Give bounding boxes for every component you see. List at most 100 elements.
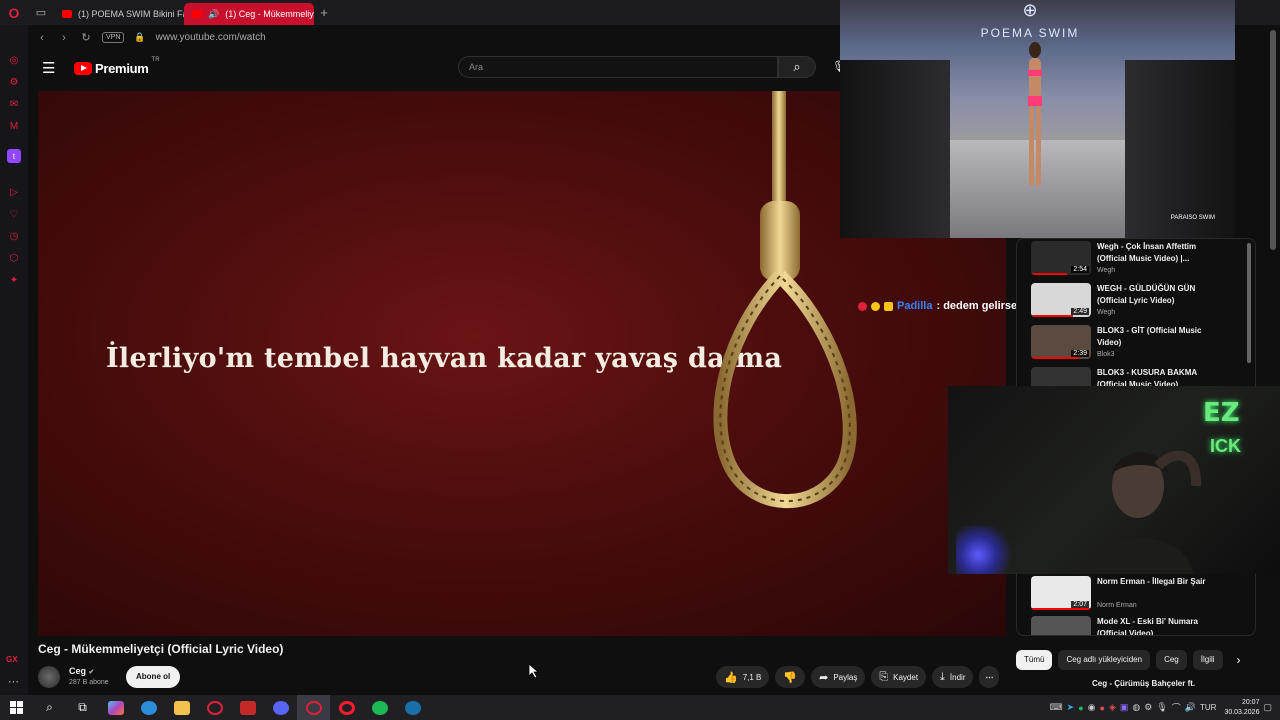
gx-control-icon[interactable]: ⚙ xyxy=(7,75,21,89)
security-icon[interactable]: ● xyxy=(1100,703,1105,713)
tab-label: (1) Ceg - Mükemmeliye xyxy=(225,9,314,19)
volume-icon[interactable]: 🔊 xyxy=(1185,702,1196,713)
player-icon[interactable]: ▷ xyxy=(7,185,21,199)
clock[interactable]: 20:07 30.03.2026 xyxy=(1224,698,1259,718)
history-icon[interactable]: ◷ xyxy=(7,229,21,243)
recommendation-channel[interactable]: Wegh xyxy=(1097,309,1115,316)
steam-icon[interactable] xyxy=(396,695,429,720)
time: 20:07 xyxy=(1241,698,1260,706)
recommendation-channel[interactable]: Wegh xyxy=(1097,267,1115,274)
like-button[interactable]: 👍 7,1 B xyxy=(716,666,770,688)
chip-all[interactable]: Tümü xyxy=(1016,650,1053,670)
recommendation-item[interactable]: 2:54 Wegh - Çok İnsan Affettim (Official … xyxy=(1031,241,1251,281)
date: 30.03.2026 xyxy=(1224,708,1260,716)
tab-ceg[interactable]: 🔊 (1) Ceg - Mükemmeliye xyxy=(184,3,314,25)
steam-tray-icon[interactable]: ◍ xyxy=(1132,702,1140,713)
channel-avatar[interactable] xyxy=(38,666,60,688)
opera-active-icon[interactable] xyxy=(297,695,330,720)
tab-menu-icon[interactable]: ▭ xyxy=(28,0,54,25)
video-thumbnail[interactable]: 2:39 xyxy=(1031,325,1091,359)
search-button[interactable]: ⌕ xyxy=(778,56,816,78)
opera-gx-icon[interactable] xyxy=(198,695,231,720)
reload-icon[interactable]: ↻ xyxy=(80,31,92,44)
thumbs-up-icon: 👍 xyxy=(724,671,738,684)
copilot-icon[interactable] xyxy=(99,695,132,720)
save-button[interactable]: ⎘ Kaydet xyxy=(871,666,927,688)
recommendation-item[interactable]: 2:07 Norm Erman - İllegal Bir Şair Norm Er… xyxy=(1031,576,1251,616)
more-icon[interactable]: ⋯ xyxy=(8,675,19,688)
download-label: İndir xyxy=(949,672,966,682)
messenger-icon[interactable]: ✉ xyxy=(7,97,21,111)
duration-badge: 2:39 xyxy=(1071,350,1089,357)
system-tray: ⌨ ➤ ● ◉ ● ◈ ▣ ◍ ⚙ 🎙 ⌒ 🔊 TUR 20:07 30.03.… xyxy=(1050,695,1272,720)
settings-tray-icon[interactable]: ⚙ xyxy=(1144,702,1152,713)
new-tab-button[interactable]: + xyxy=(314,5,334,20)
language-indicator[interactable]: TUR xyxy=(1200,703,1216,712)
watch-progress-bar xyxy=(1031,357,1079,359)
file-explorer-icon[interactable] xyxy=(165,695,198,720)
recommendation-item[interactable]: Mode XL - Eski Bi' Numara (Official Vide… xyxy=(1031,616,1251,635)
telegram-icon[interactable]: ➤ xyxy=(1067,702,1075,713)
video-thumbnail[interactable] xyxy=(1031,616,1091,635)
task-view-icon[interactable]: ⧉ xyxy=(66,695,99,720)
chip-ceg[interactable]: Ceg xyxy=(1156,650,1187,670)
extensions-icon[interactable]: ⬡ xyxy=(7,251,21,265)
recommendation-title[interactable]: Mode XL - Eski Bi' Numara (Official Vide… xyxy=(1097,616,1217,635)
recommendation-title[interactable]: WEGH - GÜLDÜĞÜN GÜN (Official Lyric Vide… xyxy=(1097,283,1217,307)
recommendation-item[interactable]: 2:49 WEGH - GÜLDÜĞÜN GÜN (Official Lyric … xyxy=(1031,283,1251,323)
page-scrollbar[interactable] xyxy=(1270,30,1276,250)
video-thumbnail[interactable]: 2:54 xyxy=(1031,241,1091,275)
recommendation-item[interactable]: 2:39 BLOK3 - GİT (Official Music Video) Bl… xyxy=(1031,325,1251,365)
search-icon[interactable]: ⌕ xyxy=(33,695,66,720)
recommendation-title[interactable]: Wegh - Çok İnsan Affettim (Official Musi… xyxy=(1097,241,1217,265)
network-app-icon[interactable]: ◈ xyxy=(1109,702,1116,713)
video-thumbnail[interactable]: 2:49 xyxy=(1031,283,1091,317)
tab-poema-swim[interactable]: (1) POEMA SWIM Bikini Fa xyxy=(54,3,184,25)
spotify-icon[interactable] xyxy=(363,695,396,720)
spotify-tray-icon[interactable]: ● xyxy=(1078,703,1083,713)
twitch-icon[interactable]: t xyxy=(7,149,21,163)
edge-icon[interactable] xyxy=(132,695,165,720)
gmail-icon[interactable]: M xyxy=(7,119,21,133)
subscribe-button[interactable]: Abone ol xyxy=(126,666,181,688)
voice-app-icon[interactable] xyxy=(231,695,264,720)
channel-name[interactable]: Ceg ✔ xyxy=(69,666,94,676)
chevron-right-icon[interactable]: › xyxy=(1237,653,1241,667)
hamburger-menu-icon[interactable]: ☰ xyxy=(42,59,64,77)
settings-icon[interactable]: ✦ xyxy=(7,273,21,287)
opera-logo-icon[interactable]: O xyxy=(0,0,28,25)
recommendation-channel[interactable]: Blok3 xyxy=(1097,351,1115,358)
vpn-badge[interactable]: VPN xyxy=(102,32,125,43)
app-tray-icon[interactable]: ▣ xyxy=(1120,702,1129,713)
recommendation-channel[interactable]: Norm Erman xyxy=(1097,602,1137,609)
youtube-logo[interactable]: Premium TR xyxy=(74,57,160,76)
microphone-tray-icon[interactable]: 🎙 xyxy=(1156,702,1167,713)
recommendation-title[interactable]: BLOK3 - GİT (Official Music Video) xyxy=(1097,325,1217,349)
discord-tray-icon[interactable]: ◉ xyxy=(1088,702,1096,713)
chip-uploader[interactable]: Ceg adlı yükleyiciden xyxy=(1058,650,1151,670)
chip-related[interactable]: İlgili xyxy=(1192,650,1223,670)
recommendation-title[interactable]: Norm Erman - İllegal Bir Şair xyxy=(1097,576,1217,588)
bookmark-icon[interactable]: ♡ xyxy=(7,207,21,221)
keyboard-icon[interactable]: ⌨ xyxy=(1050,702,1063,713)
pip-video[interactable]: ⊕ POEMA SWIM PARAISO SWIM xyxy=(840,0,1235,238)
share-button[interactable]: ➦ Paylaş xyxy=(811,666,866,688)
opera-icon[interactable] xyxy=(330,695,363,720)
back-icon[interactable]: ‹ xyxy=(36,32,48,44)
streamer-figure xyxy=(1088,450,1202,574)
forward-icon[interactable]: › xyxy=(58,32,70,44)
search-input[interactable]: Ara xyxy=(458,56,778,78)
url-field[interactable]: www.youtube.com/watch xyxy=(156,32,266,43)
recommendations-scrollbar[interactable] xyxy=(1247,243,1251,363)
next-recommendation-title[interactable]: Ceg - Çürümüş Bahçeler ft. xyxy=(1092,679,1278,695)
dislike-button[interactable]: 👎 xyxy=(775,666,806,688)
notification-icon[interactable]: ▢ xyxy=(1263,702,1272,713)
speaker-icon[interactable]: 🔊 xyxy=(208,9,219,20)
speed-dial-icon[interactable]: ◎ xyxy=(7,53,21,67)
windows-start-icon[interactable] xyxy=(0,695,33,720)
discord-icon[interactable] xyxy=(264,695,297,720)
video-thumbnail[interactable]: 2:07 xyxy=(1031,576,1091,610)
download-button[interactable]: ⤓ İndir xyxy=(932,666,974,688)
wifi-icon[interactable]: ⌒ xyxy=(1172,701,1181,714)
more-actions-button[interactable]: ⋯ xyxy=(979,666,1000,688)
